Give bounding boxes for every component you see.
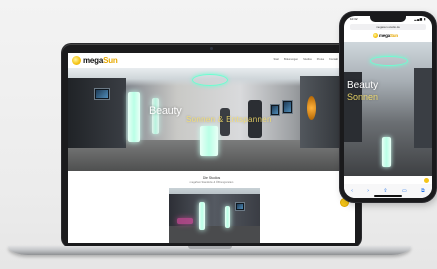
nav-item-start[interactable]: Start [274, 58, 279, 61]
tanning-booth [382, 137, 391, 167]
light-pillar [128, 92, 140, 142]
nav-item-studios[interactable]: Studios [303, 58, 312, 61]
light-pillar [225, 206, 230, 228]
hero-headline: Beauty [347, 80, 379, 91]
phone-hero-image: Beauty Sonnen [344, 42, 432, 176]
status-time: 10:32 [350, 17, 358, 21]
hero-image: Beauty Sonnen & Entspannen [68, 68, 355, 171]
laptop-base [8, 246, 411, 255]
wall-monitor [235, 202, 245, 211]
sun-icon [373, 33, 378, 38]
site-logo[interactable]: megaSun [72, 55, 118, 66]
logo-text: megaSun [379, 33, 398, 38]
main-nav: Start Bräunungen Studios Preise Kontakt … [274, 58, 350, 61]
mirror-light [307, 96, 316, 120]
forward-icon[interactable]: › [367, 188, 369, 194]
scroll-top-button[interactable] [424, 178, 429, 183]
tabs-icon[interactable]: ⧉ [421, 188, 425, 194]
back-icon[interactable]: ‹ [351, 188, 353, 194]
phone-device: 10:32 ▂▄▆ ▮ megasun-studio.de megaSun Be… [340, 12, 436, 202]
nav-item-tanning[interactable]: Bräunungen [284, 58, 298, 61]
bookmarks-icon[interactable]: ▭ [402, 188, 407, 194]
sun-icon [72, 56, 81, 65]
section-title: Die Studios [202, 176, 221, 180]
hero-subheadline: Sonnen [347, 92, 379, 102]
site-header: megaSun Start Bräunungen Studios Preise … [68, 53, 355, 68]
laptop-device: megaSun Start Bräunungen Studios Preise … [62, 44, 361, 247]
hero-wall-right [414, 68, 432, 148]
url-bar[interactable]: megasun-studio.de [350, 24, 426, 30]
wall-monitor [94, 88, 110, 100]
camera-icon [210, 47, 213, 50]
nav-item-prices[interactable]: Preise [317, 58, 324, 61]
photo-floor [169, 226, 260, 243]
light-pillar [199, 202, 205, 230]
laptop-screen: megaSun Start Bräunungen Studios Preise … [68, 53, 355, 243]
studio-photo[interactable] [169, 188, 260, 243]
phone-notch [370, 16, 406, 22]
logo-text: megaSun [83, 56, 118, 65]
nav-item-contact[interactable]: Kontakt [329, 58, 338, 61]
home-indicator [374, 195, 402, 197]
ceiling-neon-ring [370, 56, 408, 66]
share-icon[interactable]: ⇧ [383, 188, 387, 194]
phone-screen: 10:32 ▂▄▆ ▮ megasun-studio.de megaSun Be… [344, 16, 432, 198]
laptop-notch [188, 246, 232, 249]
pink-light [177, 218, 193, 224]
wall-monitor [282, 100, 293, 114]
section-subtitle: megaSun Standorte & Öffnungszeiten [189, 181, 234, 184]
site-logo[interactable]: megaSun [373, 33, 398, 38]
ceiling-neon-ring [192, 74, 228, 86]
signal-battery-icon: ▂▄▆ ▮ [414, 17, 426, 21]
tanning-booth [200, 126, 218, 156]
hero-subheadline: Sonnen & Entspannen [186, 115, 272, 124]
hero-headline: Beauty [149, 105, 182, 117]
